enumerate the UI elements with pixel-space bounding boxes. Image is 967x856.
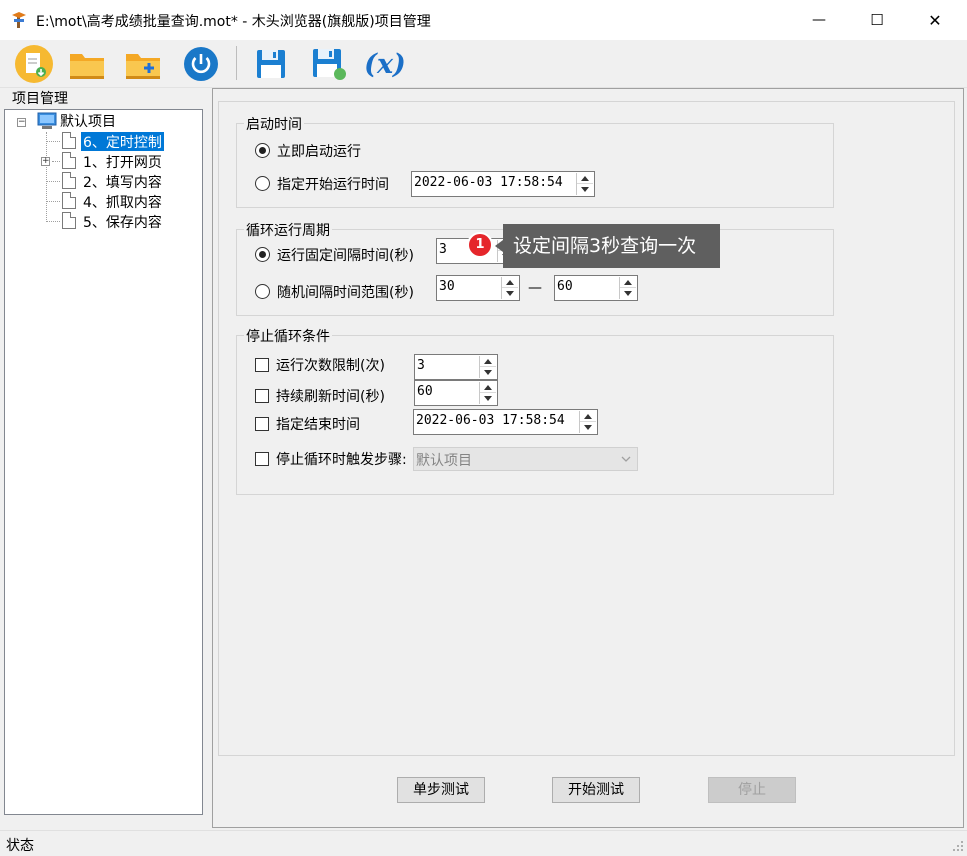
power-icon [184,47,218,81]
spin-arrows-icon[interactable] [479,356,496,378]
stop-conditions-title: 停止循环条件 [244,326,332,346]
new-project-button[interactable] [13,43,55,85]
trigger-step-label[interactable]: 停止循环时触发步骤: [276,449,407,469]
end-time-label[interactable]: 指定结束时间 [276,414,360,434]
minimize-button[interactable]: — [796,0,842,40]
random-max-input[interactable]: 60 [554,275,638,301]
variable-icon: (x) [364,48,406,80]
app-logo-icon [12,12,26,28]
radio-immediate[interactable] [255,143,270,158]
add-folder-icon [126,54,160,79]
tree-item-scrape-content[interactable]: 4、抓取内容 [83,192,162,212]
document-icon [62,132,76,149]
document-icon [62,152,76,169]
tree-line [46,181,60,182]
scheduled-datetime-input[interactable]: 2022-06-03 17:58:54 [411,171,595,197]
spin-arrows-icon[interactable] [579,411,596,433]
spin-arrows-icon[interactable] [479,382,496,404]
document-icon [62,192,76,209]
loop-period-title: 循环运行周期 [244,220,332,240]
checkbox-run-count[interactable] [255,358,269,372]
variable-button[interactable]: (x) [364,43,406,85]
expand-toggle[interactable]: + [41,157,50,166]
save-as-icon [313,49,346,80]
refresh-time-input[interactable]: 60 [414,380,498,406]
save-icon [257,50,285,78]
tree-root-label[interactable]: 默认项目 [60,111,116,131]
project-panel-title: 项目管理 [11,88,69,108]
checkbox-end-time[interactable] [255,417,269,431]
start-test-button[interactable]: 开始测试 [552,777,640,803]
resize-grip-icon[interactable] [952,840,964,852]
checkbox-refresh-time[interactable] [255,389,269,403]
checkbox-trigger-step[interactable] [255,452,269,466]
maximize-button[interactable]: ☐ [854,0,900,40]
document-icon [62,172,76,189]
new-doc-icon [15,45,53,83]
tree-line [46,201,60,202]
title-bar: E:\mot\高考成绩批量查询.mot* - 木头浏览器(旗舰版)项目管理 — … [0,0,967,40]
open-folder-icon [70,54,104,79]
step-test-button[interactable]: 单步测试 [397,777,485,803]
add-folder-button[interactable] [122,43,164,85]
tree-item-open-page[interactable]: 1、打开网页 [83,152,162,172]
trigger-step-select[interactable]: 默认项目 [413,447,638,471]
tooltip-arrow-icon [495,240,503,252]
close-button[interactable]: ✕ [912,0,958,40]
document-icon [62,212,76,229]
radio-immediate-label[interactable]: 立即启动运行 [277,141,361,161]
annotation-badge: 1 [467,232,493,258]
refresh-time-label[interactable]: 持续刷新时间(秒) [276,386,385,406]
spin-arrows-icon[interactable] [619,277,636,299]
tree-item-fill-content[interactable]: 2、填写内容 [83,172,162,192]
power-button[interactable] [180,43,222,85]
toolbar: (x) [0,40,967,88]
window-title: E:\mot\高考成绩批量查询.mot* - 木头浏览器(旗舰版)项目管理 [36,14,431,30]
tree-item-timer-control[interactable]: 6、定时控制 [81,132,164,151]
radio-random-interval-label[interactable]: 随机间隔时间范围(秒) [277,282,414,302]
spin-arrows-icon[interactable] [576,173,593,195]
status-text: 状态 [6,838,34,854]
tree-line [52,161,60,162]
radio-fixed-interval-label[interactable]: 运行固定间隔时间(秒) [277,245,414,265]
project-panel: 项目管理 − 默认项目 6、定时控制 + 1、打开网页 2、填写内容 4、抓取内… [0,88,208,828]
radio-scheduled[interactable] [255,176,270,191]
chevron-down-icon [621,456,631,462]
save-as-button[interactable] [308,43,350,85]
run-count-label[interactable]: 运行次数限制(次) [276,355,385,375]
radio-random-interval[interactable] [255,284,270,299]
toolbar-separator [236,46,237,80]
status-bar: 状态 [0,830,967,856]
annotation-tooltip: 设定间隔3秒查询一次 [495,224,720,268]
open-project-button[interactable] [66,43,108,85]
random-min-input[interactable]: 30 [436,275,520,301]
tree-line [46,221,60,222]
start-time-title: 启动时间 [244,114,304,134]
range-dash: — [528,280,542,296]
run-count-input[interactable]: 3 [414,354,498,380]
tree-line [46,141,60,142]
end-datetime-input[interactable]: 2022-06-03 17:58:54 [413,409,598,435]
save-button[interactable] [250,43,292,85]
tree-item-save-content[interactable]: 5、保存内容 [83,212,162,232]
tree-line [46,132,47,220]
radio-fixed-interval[interactable] [255,247,270,262]
radio-scheduled-label[interactable]: 指定开始运行时间 [277,174,389,194]
stop-button: 停止 [708,777,796,803]
computer-icon [37,112,57,129]
collapse-toggle[interactable]: − [17,118,26,127]
spin-arrows-icon[interactable] [501,277,518,299]
